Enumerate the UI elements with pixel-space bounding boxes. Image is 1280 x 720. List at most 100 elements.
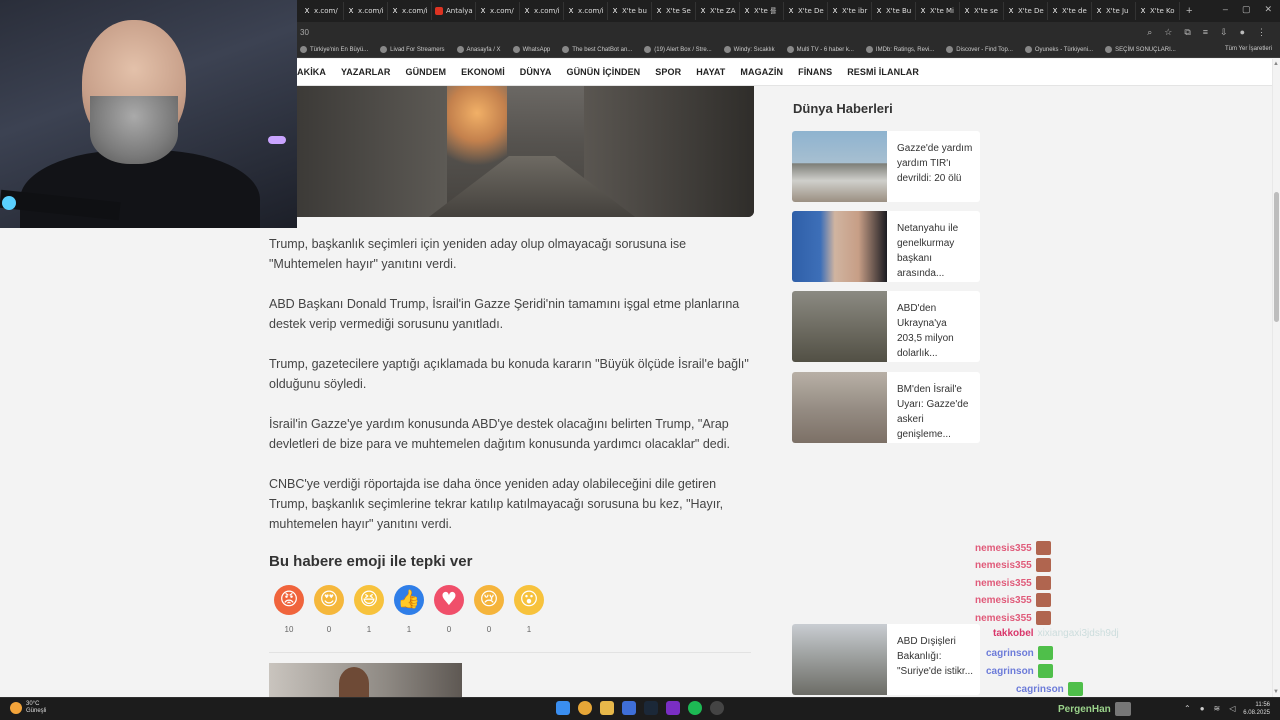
nav-item[interactable]: YAZARLAR xyxy=(341,67,390,77)
news-card[interactable]: Gazze'de yardım yardım TIR'ı devrildi: 2… xyxy=(792,131,980,202)
page-scrollbar[interactable]: ▲ ▼ xyxy=(1272,59,1280,697)
browser-tab[interactable]: X X'te Se xyxy=(652,2,696,20)
bookmark-star-icon[interactable]: ☆ xyxy=(1164,27,1172,38)
reaction-sad[interactable]: 😢 0 xyxy=(469,585,509,634)
reaction-love-eyes[interactable]: 😍 0 xyxy=(309,585,349,634)
tray-chevron-icon[interactable]: ⌃ xyxy=(1184,704,1191,713)
browser-tab[interactable]: X X'te Ko xyxy=(1136,2,1180,20)
maximize-icon[interactable]: ▢ xyxy=(1242,4,1251,15)
bookmark-item[interactable]: IMDb: Ratings, Revi... xyxy=(865,46,934,53)
bookmark-item[interactable]: Livad For Streamers xyxy=(380,46,445,53)
volume-icon[interactable]: ◁ xyxy=(1229,704,1235,713)
extensions-icon[interactable]: ⧉ xyxy=(1184,27,1190,38)
reaction-laugh[interactable]: 😆 1 xyxy=(349,585,389,634)
news-caption[interactable]: BM'den İsrail'e Uyarı: Gazze'de askeri g… xyxy=(887,372,980,443)
browser-tab[interactable]: X X'te ZA xyxy=(696,2,740,20)
menu-icon[interactable]: ⋮ xyxy=(1257,27,1266,38)
bookmark-item[interactable]: Türkiye'nin En Büyü... xyxy=(300,46,368,53)
mic-icon[interactable]: ● xyxy=(1200,704,1205,713)
wow-emoji-icon[interactable]: 😮 xyxy=(514,585,544,615)
nav-item[interactable]: GÜNÜN İÇİNDEN xyxy=(566,67,640,77)
close-icon[interactable]: ✕ xyxy=(1264,4,1272,15)
bookmark-item[interactable]: Multi TV - 6 haber k... xyxy=(786,46,854,53)
news-thumbnail[interactable] xyxy=(792,291,887,362)
browser-tab[interactable]: Xx.com/ xyxy=(476,2,520,20)
news-caption[interactable]: ABD'den Ukrayna'ya 203,5 milyon dolarlık… xyxy=(887,291,980,362)
browser-tab[interactable]: Antalya xyxy=(432,2,476,20)
nav-item[interactable]: MAGAZİN xyxy=(740,67,783,77)
love-eyes-emoji-icon[interactable]: 😍 xyxy=(314,585,344,615)
like-emoji-icon[interactable]: 👍 xyxy=(394,585,424,615)
bookmark-item[interactable]: (19) Alert Box / Stre... xyxy=(644,46,712,53)
nav-item[interactable]: GÜNDEM xyxy=(405,67,446,77)
news-thumbnail[interactable] xyxy=(792,131,887,202)
browser-tab[interactable]: Xx.com/i xyxy=(564,2,608,20)
bookmark-item[interactable]: Oyuneks - Türkiyeni... xyxy=(1024,46,1093,53)
steam-icon[interactable] xyxy=(644,701,658,715)
reaction-angry[interactable]: 😡 10 xyxy=(269,585,309,634)
news-caption[interactable]: Gazze'de yardım yardım TIR'ı devrildi: 2… xyxy=(887,131,980,202)
chrome-icon[interactable] xyxy=(578,701,592,715)
heart-emoji-icon[interactable]: ♥ xyxy=(434,585,464,615)
nav-item[interactable]: FİNANS xyxy=(798,67,832,77)
browser-tab[interactable]: X X'te 를 xyxy=(740,2,784,20)
bookmark-item[interactable]: WhatsApp xyxy=(512,46,550,53)
news-thumbnail[interactable] xyxy=(792,624,887,695)
scroll-down-icon[interactable]: ▼ xyxy=(1273,689,1279,695)
url-field[interactable]: 30 xyxy=(300,28,309,37)
nav-item[interactable]: SPOR xyxy=(655,67,681,77)
browser-tab[interactable]: X X'te ibr xyxy=(828,2,872,20)
nav-item[interactable]: DÜNYA xyxy=(520,67,552,77)
browser-tab[interactable]: Xx.com/i xyxy=(344,2,388,20)
news-thumbnail[interactable] xyxy=(792,372,887,443)
bookmark-item[interactable]: The best ChatBot an... xyxy=(562,46,632,53)
nav-item[interactable]: RESMİ İLANLAR xyxy=(847,67,919,77)
browser-tab[interactable]: X X'te Ju xyxy=(1092,2,1136,20)
browser-tab[interactable]: X X'te De xyxy=(784,2,828,20)
browser-tab[interactable]: Xx.com/i xyxy=(388,2,432,20)
browser-tab[interactable]: Xx.com/i xyxy=(520,2,564,20)
reaction-wow[interactable]: 😮 1 xyxy=(509,585,549,634)
news-card[interactable]: ABD'den Ukrayna'ya 203,5 milyon dolarlık… xyxy=(792,291,980,362)
clock[interactable]: 11:56 6.08.2025 xyxy=(1243,701,1270,717)
minimize-icon[interactable]: – xyxy=(1223,4,1228,15)
bookmark-item[interactable]: Windy: Sıcaklık xyxy=(723,46,775,53)
news-thumbnail[interactable] xyxy=(792,211,887,282)
news-card[interactable]: Netanyahu ile genelkurmay başkanı arasın… xyxy=(792,211,980,282)
nav-item[interactable]: EKONOMİ xyxy=(461,67,505,77)
bookmark-item[interactable]: Anasayfa / X xyxy=(456,46,501,53)
browser-tab[interactable]: Xx.com/ xyxy=(300,2,344,20)
zoom-icon[interactable]: ⌕ xyxy=(1147,27,1152,38)
spotify-icon[interactable] xyxy=(688,701,702,715)
related-news-thumbnail[interactable] xyxy=(269,663,462,700)
news-card[interactable]: BM'den İsrail'e Uyarı: Gazze'de askeri g… xyxy=(792,372,980,443)
media-icon[interactable]: ≡ xyxy=(1203,27,1208,38)
scroll-up-icon[interactable]: ▲ xyxy=(1273,61,1279,67)
browser-tab[interactable]: X X'te bu xyxy=(608,2,652,20)
news-caption[interactable]: ABD Dışişleri Bakanlığı: "Suriye'de isti… xyxy=(887,624,980,695)
nav-item[interactable]: HAYAT xyxy=(696,67,725,77)
wifi-icon[interactable]: ≋ xyxy=(1214,704,1221,713)
start-icon[interactable] xyxy=(556,701,570,715)
browser-tab[interactable]: X X'te Bu xyxy=(872,2,916,20)
bookmark-item[interactable]: Discover - Find Top... xyxy=(946,46,1013,53)
laugh-emoji-icon[interactable]: 😆 xyxy=(354,585,384,615)
browser-tab[interactable]: X X'te de xyxy=(1048,2,1092,20)
file-explorer-icon[interactable] xyxy=(600,701,614,715)
all-bookmarks-link[interactable]: Tüm Yer İşaretleri xyxy=(1225,46,1272,52)
browser-tab[interactable]: X X'te Mi xyxy=(916,2,960,20)
news-caption[interactable]: Netanyahu ile genelkurmay başkanı arasın… xyxy=(887,211,980,282)
bookmark-item[interactable]: SEÇİM SONUÇLARI... xyxy=(1105,46,1176,53)
twitch-icon[interactable] xyxy=(666,701,680,715)
profile-icon[interactable]: ● xyxy=(1240,27,1245,38)
app-icon[interactable] xyxy=(622,701,636,715)
news-card[interactable]: ABD Dışişleri Bakanlığı: "Suriye'de isti… xyxy=(792,624,980,695)
sad-emoji-icon[interactable]: 😢 xyxy=(474,585,504,615)
new-tab-icon[interactable]: + xyxy=(1186,5,1192,17)
download-icon[interactable]: ⇩ xyxy=(1220,27,1228,38)
browser-tab[interactable]: X X'te De xyxy=(1004,2,1048,20)
scrollbar-thumb[interactable] xyxy=(1274,192,1279,322)
nav-item[interactable]: AKİKA xyxy=(297,67,326,77)
angry-emoji-icon[interactable]: 😡 xyxy=(274,585,304,615)
browser-tab[interactable]: X X'te se xyxy=(960,2,1004,20)
